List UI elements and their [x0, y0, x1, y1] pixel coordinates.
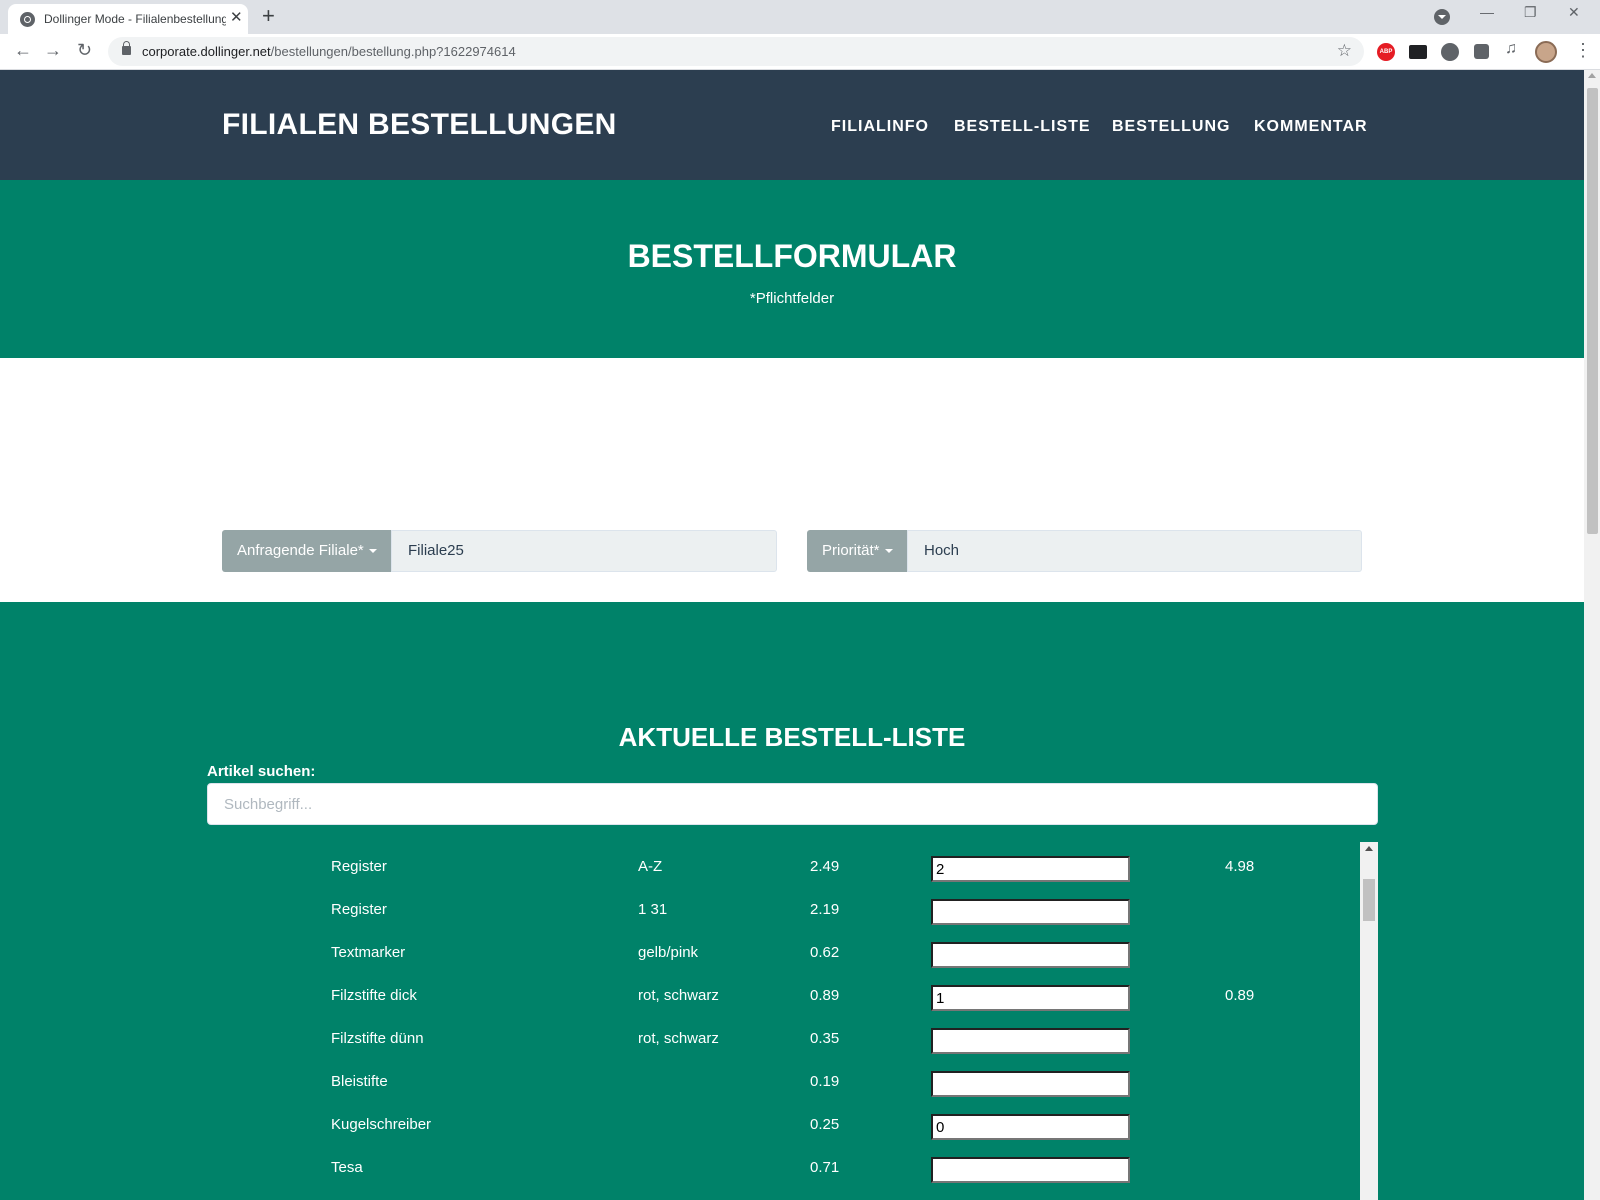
globe-icon	[20, 12, 35, 27]
item-name: Filzstifte dünn	[331, 1030, 424, 1047]
item-quantity-input[interactable]	[931, 1157, 1130, 1183]
list-item: Filzstifte dick rot, schwarz 0.89 0.89	[207, 971, 1360, 1014]
caret-down-icon	[368, 549, 377, 554]
site-brand[interactable]: FILIALEN BESTELLUNGEN	[222, 108, 617, 142]
item-price: 0.35	[810, 1030, 840, 1047]
list-item: Filzstifte dünn rot, schwarz 0.35	[207, 1014, 1360, 1057]
nav-link-bestellung[interactable]: BESTELLUNG	[1112, 118, 1230, 136]
item-variant: 1 31	[638, 901, 668, 918]
item-price: 2.19	[810, 901, 840, 918]
item-name: Kugelschreiber	[331, 1116, 432, 1133]
list-item: Textmarker gelb/pink 0.62	[207, 928, 1360, 971]
item-total: 0.89	[1225, 987, 1255, 1004]
item-variant: A-Z	[638, 858, 663, 875]
tab-search-icon[interactable]	[1434, 9, 1450, 25]
item-variant: rot, schwarz	[638, 987, 719, 1004]
priority-field[interactable]: Hoch	[907, 530, 1362, 572]
nav-link-kommentar[interactable]: KOMMENTAR	[1254, 118, 1368, 136]
address-bar[interactable]: corporate.dollinger.net/bestellungen/bes…	[108, 37, 1364, 66]
browser-tabstrip: Dollinger Mode - Filialenbestellung ✕ + …	[0, 0, 1600, 34]
hero-section: BESTELLFORMULAR *Pflichtfelder	[0, 180, 1584, 358]
site-navbar: FILIALEN BESTELLUNGEN FILIALINFO BESTELL…	[0, 70, 1584, 180]
item-variant: rot, schwarz	[638, 1030, 719, 1047]
bookmark-star-icon[interactable]: ☆	[1337, 41, 1352, 61]
browser-toolbar: ← → ↻ corporate.dollinger.net/bestellung…	[0, 34, 1600, 70]
article-search-input[interactable]	[207, 783, 1378, 825]
item-quantity-input[interactable]	[931, 942, 1130, 968]
branch-field[interactable]: Filiale25	[391, 530, 777, 572]
item-quantity-input[interactable]	[931, 1028, 1130, 1054]
item-price: 0.89	[810, 987, 840, 1004]
order-header-form: Anfragende Filiale* Filiale25 Priorität*…	[0, 358, 1584, 602]
terminal-extension-icon[interactable]	[1409, 45, 1427, 59]
browser-tab[interactable]: Dollinger Mode - Filialenbestellung ✕	[8, 4, 248, 34]
item-price: 0.19	[810, 1073, 840, 1090]
item-total: 4.98	[1225, 858, 1255, 875]
item-quantity-input[interactable]	[931, 985, 1130, 1011]
adblock-icon[interactable]: ABP	[1377, 43, 1395, 61]
extensions-puzzle-icon[interactable]	[1474, 44, 1489, 59]
forward-icon[interactable]: →	[44, 40, 62, 61]
scroll-up-arrow-icon[interactable]	[1588, 73, 1596, 78]
profile-avatar[interactable]	[1535, 41, 1557, 63]
item-price: 0.25	[810, 1116, 840, 1133]
reload-icon[interactable]: ↻	[77, 40, 92, 61]
item-price: 0.71	[810, 1159, 840, 1176]
order-list-title: AKTUELLE BESTELL-LISTE	[618, 722, 966, 752]
media-control-icon[interactable]: ♫	[1505, 40, 1523, 58]
priority-dropdown-button[interactable]: Priorität*	[807, 530, 907, 572]
item-name: Bleistifte	[331, 1073, 388, 1090]
list-item: Register A-Z 2.49 4.98	[207, 842, 1360, 885]
priority-dropdown-label: Priorität*	[822, 542, 880, 559]
item-price: 2.49	[810, 858, 840, 875]
item-name: Tesa	[331, 1159, 363, 1176]
item-name: Filzstifte dick	[331, 987, 417, 1004]
order-items-list[interactable]: Register A-Z 2.49 4.98 Register 1 31 2.19 Textm…	[207, 842, 1378, 1200]
list-scrollbar-thumb[interactable]	[1363, 879, 1375, 921]
list-item: Bleistifte 0.19	[207, 1057, 1360, 1100]
branch-dropdown-label: Anfragende Filiale*	[237, 542, 364, 559]
required-fields-note: *Pflichtfelder	[749, 290, 835, 307]
article-search-label: Artikel suchen:	[207, 763, 316, 780]
window-close-icon[interactable]: ✕	[1568, 4, 1580, 21]
gear-extension-icon[interactable]	[1441, 43, 1459, 61]
item-quantity-input[interactable]	[931, 1071, 1130, 1097]
page-title: BESTELLFORMULAR	[627, 238, 957, 274]
scroll-up-arrow-icon[interactable]	[1365, 846, 1373, 851]
order-list-section: AKTUELLE BESTELL-LISTE Artikel suchen: R…	[0, 602, 1584, 1200]
item-price: 0.62	[810, 944, 840, 961]
item-name: Register	[331, 858, 387, 875]
new-tab-icon[interactable]: +	[262, 4, 275, 28]
lock-icon[interactable]	[122, 41, 131, 55]
caret-down-icon	[884, 549, 893, 554]
page-scrollbar[interactable]	[1584, 70, 1600, 1200]
item-variant: gelb/pink	[638, 944, 699, 961]
url-text[interactable]: corporate.dollinger.net/bestellungen/bes…	[142, 44, 516, 59]
list-item: Kugelschreiber 0.25	[207, 1100, 1360, 1143]
page-scrollbar-thumb[interactable]	[1587, 88, 1598, 534]
tab-title: Dollinger Mode - Filialenbestellung	[44, 12, 226, 26]
list-item: Register 1 31 2.19	[207, 885, 1360, 928]
page-viewport: FILIALEN BESTELLUNGEN FILIALINFO BESTELL…	[0, 70, 1584, 1200]
item-name: Textmarker	[331, 944, 406, 961]
item-name: Register	[331, 901, 387, 918]
minimize-icon[interactable]: —	[1480, 4, 1494, 20]
item-quantity-input[interactable]	[931, 1114, 1130, 1140]
restore-icon[interactable]: ❐	[1524, 4, 1537, 21]
tab-close-icon[interactable]: ✕	[230, 10, 243, 26]
item-quantity-input[interactable]	[931, 899, 1130, 925]
nav-link-filialinfo[interactable]: FILIALINFO	[831, 118, 929, 136]
nav-link-bestell-liste[interactable]: BESTELL-LISTE	[954, 118, 1091, 136]
back-icon[interactable]: ←	[14, 40, 32, 61]
item-quantity-input[interactable]	[931, 856, 1130, 882]
three-dots-menu-icon[interactable]: ⋮	[1574, 40, 1592, 61]
list-item: Tesa 0.71	[207, 1143, 1360, 1186]
list-scrollbar[interactable]	[1360, 842, 1378, 1200]
branch-dropdown-button[interactable]: Anfragende Filiale*	[222, 530, 391, 572]
